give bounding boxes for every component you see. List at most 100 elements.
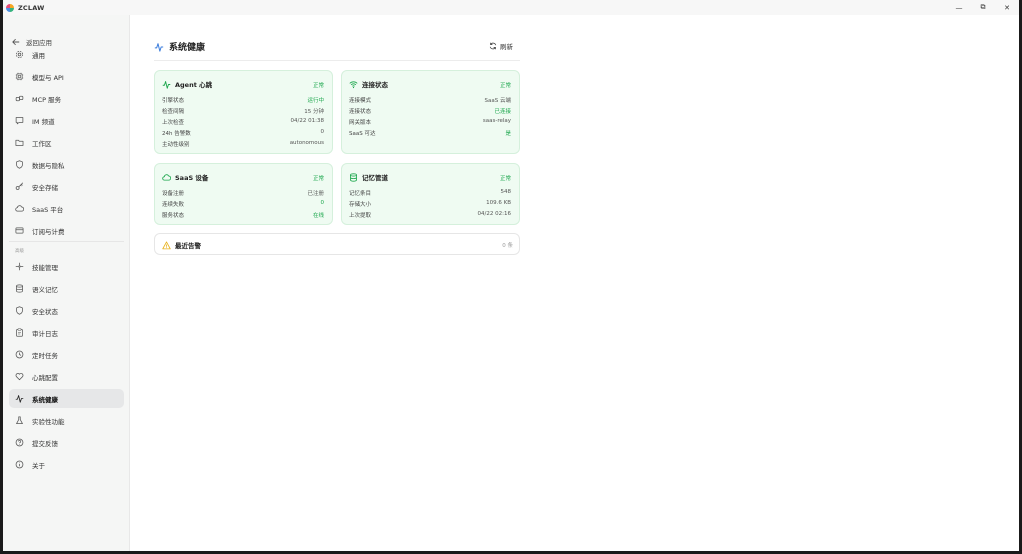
sidebar-item[interactable]: 工作区 xyxy=(9,133,124,152)
gear-icon xyxy=(15,50,24,59)
metric-row: 服务状态 在线 xyxy=(162,211,324,220)
metric-row: 设备注册 已注册 xyxy=(162,189,324,198)
metric-row: 连接模式 SaaS 云端 xyxy=(349,96,511,105)
section-label-advanced: 高级 xyxy=(15,249,24,254)
sidebar-item-label: 工作区 xyxy=(32,139,52,148)
metric-value: 已注册 xyxy=(307,191,324,197)
warning-icon xyxy=(162,240,171,249)
metric-value: 0 xyxy=(320,129,325,135)
sidebar-item[interactable]: 关于 xyxy=(9,455,124,474)
sidebar-item-label: 通用 xyxy=(32,51,45,60)
heart-icon xyxy=(15,372,24,381)
chip-icon xyxy=(15,72,24,81)
close-button[interactable]: ✕ xyxy=(995,0,1019,15)
metric-value: 109.6 KB xyxy=(486,200,511,206)
sidebar-item[interactable]: MCP 服务 xyxy=(9,89,124,108)
sidebar-item[interactable]: 心跳配置 xyxy=(9,367,124,386)
metric-row: 连续失败 0 xyxy=(162,200,324,209)
restore-button[interactable]: ⧉ xyxy=(971,0,995,15)
metric-value: 是 xyxy=(505,131,511,137)
clock-icon xyxy=(15,350,24,359)
sidebar-item-label: 审计日志 xyxy=(32,329,58,338)
sidebar-item[interactable]: 数据与隐私 xyxy=(9,155,124,174)
metric-label: 服务状态 xyxy=(162,213,185,219)
sidebar-item[interactable]: 审计日志 xyxy=(9,323,124,342)
cloud-icon xyxy=(162,173,171,181)
sidebar-item[interactable]: 提交反馈 xyxy=(9,433,124,452)
settings-sidebar: 返回应用 通用 模型与 API MCP 服务 IM 频道 工作区 数据与隐私 安全存储 Saa… xyxy=(3,15,130,551)
metric-label: 上次提取 xyxy=(349,213,372,219)
sidebar-item[interactable]: 系统健康 xyxy=(9,389,124,408)
metric-row: 网关版本 saas-relay xyxy=(349,118,511,127)
minimize-button[interactable]: — xyxy=(947,0,971,15)
sidebar-item-label: IM 频道 xyxy=(32,117,55,126)
saas-device-card: SaaS 设备 正常 设备注册 已注册 连续失败 0 服务状态 在线 xyxy=(154,163,333,225)
metric-value: saas-relay xyxy=(482,118,511,124)
sparkle-icon xyxy=(15,262,24,271)
title-bar: ZCLAW — ⧉ ✕ xyxy=(3,0,1019,15)
metric-label: 连续失败 xyxy=(162,202,185,208)
sidebar-item[interactable]: 安全状态 xyxy=(9,301,124,320)
card-title: Agent 心跳 xyxy=(175,81,213,89)
metric-value: autonomous xyxy=(289,140,324,146)
metric-value: SaaS 云端 xyxy=(484,98,511,104)
sidebar-item[interactable]: 语义记忆 xyxy=(9,279,124,298)
sidebar-item[interactable]: 通用 xyxy=(9,45,124,64)
chat-icon xyxy=(15,116,24,125)
sidebar-item[interactable]: SaaS 平台 xyxy=(9,199,124,218)
sidebar-item-label: 语义记忆 xyxy=(32,285,58,294)
alerts-title: 最近告警 xyxy=(175,242,201,250)
sidebar-item[interactable]: 安全存储 xyxy=(9,177,124,196)
metric-row: SaaS 可达 是 xyxy=(349,129,511,138)
refresh-button[interactable]: 刷新 xyxy=(489,41,513,51)
window-controls: — ⧉ ✕ xyxy=(947,0,1019,15)
sidebar-item[interactable]: 模型与 API xyxy=(9,67,124,86)
sidebar-item[interactable]: 订阅与计费 xyxy=(9,221,124,240)
app-logo-icon xyxy=(6,3,14,12)
metric-row: 检查间隔 15 分钟 xyxy=(162,107,324,116)
cloud-icon xyxy=(15,204,24,213)
metric-value: 04/22 02:16 xyxy=(477,211,511,217)
metric-label: 网关版本 xyxy=(349,120,372,126)
metric-label: SaaS 可达 xyxy=(349,131,376,137)
sidebar-item[interactable]: IM 频道 xyxy=(9,111,124,130)
metric-label: 主动性级别 xyxy=(162,142,190,148)
alerts-count: 0 条 xyxy=(502,243,513,249)
sidebar-item[interactable]: 技能管理 xyxy=(9,257,124,276)
metric-label: 连接模式 xyxy=(349,98,372,104)
metric-label: 连接状态 xyxy=(349,109,372,115)
sidebar-item-label: 技能管理 xyxy=(32,263,58,272)
plug-icon xyxy=(15,94,24,103)
sidebar-item-label: 心跳配置 xyxy=(32,373,58,382)
agent-heartbeat-card: Agent 心跳 正常 引擎状态 运行中 检查间隔 15 分钟 上次检查 04/22 01… xyxy=(154,70,333,154)
sidebar-item-label: 关于 xyxy=(32,461,45,470)
card-icon xyxy=(15,226,24,235)
metric-row: 上次检查 04/22 01:38 xyxy=(162,118,324,127)
page-header: 系统健康 xyxy=(154,40,205,53)
folder-icon xyxy=(15,138,24,147)
metric-label: 上次检查 xyxy=(162,120,185,126)
metric-value: 在线 xyxy=(312,213,324,219)
metric-label: 检查间隔 xyxy=(162,109,185,115)
sidebar-item-label: 提交反馈 xyxy=(32,439,58,448)
status-badge: 正常 xyxy=(499,176,511,182)
sidebar-item[interactable]: 定时任务 xyxy=(9,345,124,364)
card-title: 记忆管道 xyxy=(362,174,388,182)
sidebar-item[interactable]: 实验性功能 xyxy=(9,411,124,430)
metric-value: 0 xyxy=(320,200,325,206)
metric-row: 记忆条目 548 xyxy=(349,189,511,198)
info-icon xyxy=(15,460,24,469)
pulse-icon xyxy=(162,80,171,89)
metric-row: 主动性级别 autonomous xyxy=(162,140,324,149)
sidebar-item-label: 实验性功能 xyxy=(32,417,65,426)
database-icon xyxy=(350,172,357,182)
database-icon xyxy=(15,284,24,293)
page-title: 系统健康 xyxy=(169,43,206,53)
status-badge: 正常 xyxy=(312,176,324,182)
help-icon xyxy=(15,438,24,447)
recent-alerts-panel[interactable]: 最近告警 0 条 xyxy=(154,233,520,255)
status-badge: 正常 xyxy=(312,83,324,89)
flask-icon xyxy=(15,416,24,425)
metric-row: 引擎状态 运行中 xyxy=(162,96,324,105)
metric-label: 设备注册 xyxy=(162,191,185,197)
